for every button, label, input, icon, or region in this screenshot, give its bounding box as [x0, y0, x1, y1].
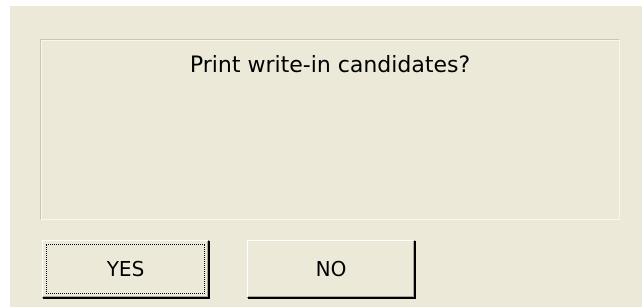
message-panel: Print write-in candidates?: [40, 39, 620, 220]
yes-button[interactable]: YES: [42, 240, 209, 298]
print-write-in-dialog: Print write-in candidates? YES NO: [10, 6, 642, 307]
yes-button-label: YES: [106, 257, 145, 281]
no-button-label: NO: [315, 257, 347, 281]
dialog-message: Print write-in candidates?: [189, 53, 471, 78]
no-button[interactable]: NO: [247, 240, 415, 298]
